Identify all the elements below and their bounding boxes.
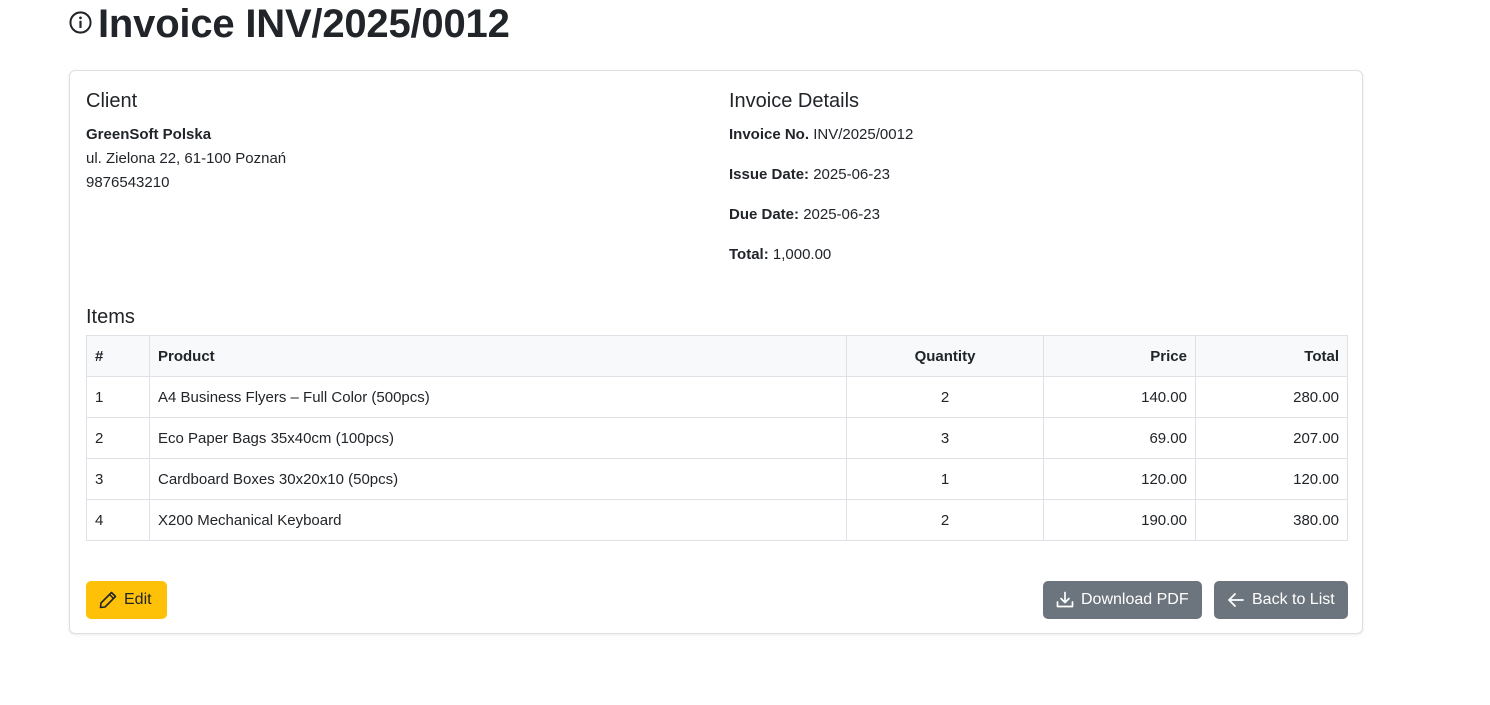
download-pdf-button-label: Download PDF: [1081, 591, 1189, 608]
row-total: 380.00: [1195, 499, 1348, 541]
download-pdf-button[interactable]: Download PDF: [1043, 581, 1202, 619]
row-product: X200 Mechanical Keyboard: [149, 499, 847, 541]
edit-button-label: Edit: [124, 591, 152, 608]
due-date-row: Due Date: 2025-06-23: [729, 203, 1349, 227]
row-quantity: 2: [846, 376, 1044, 418]
client-name: GreenSoft Polska: [86, 126, 212, 143]
row-price: 69.00: [1043, 417, 1196, 459]
column-header-total: Total: [1195, 335, 1348, 377]
items-heading: Items: [86, 306, 135, 328]
download-icon: [1056, 591, 1074, 608]
row-quantity: 1: [846, 458, 1044, 500]
info-circle-icon: [69, 10, 92, 34]
column-header-number: #: [86, 335, 150, 377]
arrow-left-icon: [1228, 593, 1244, 607]
table-row: 3 Cardboard Boxes 30x20x10 (50pcs) 1 120…: [86, 458, 1348, 500]
details-heading: Invoice Details: [729, 90, 860, 112]
page-title: Invoice INV/2025/0012: [98, 2, 510, 46]
total-label: Total:: [729, 246, 769, 263]
row-product: Cardboard Boxes 30x20x10 (50pcs): [149, 458, 847, 500]
client-heading: Client: [86, 90, 138, 112]
column-header-price: Price: [1043, 335, 1196, 377]
row-quantity: 2: [846, 499, 1044, 541]
table-row: 4 X200 Mechanical Keyboard 2 190.00 380.…: [86, 499, 1348, 541]
items-table: # Product Quantity Price Total 1 A4 Busi…: [86, 335, 1348, 541]
table-header-row: # Product Quantity Price Total: [86, 335, 1348, 377]
row-number: 4: [86, 499, 150, 541]
issue-date-value: 2025-06-23: [813, 166, 890, 183]
back-to-list-button[interactable]: Back to List: [1214, 581, 1348, 619]
client-address: ul. Zielona 22, 61-100 Poznań: [86, 150, 287, 167]
row-total: 120.00: [1195, 458, 1348, 500]
row-number: 2: [86, 417, 150, 459]
row-quantity: 3: [846, 417, 1044, 459]
total-row: Total: 1,000.00: [729, 243, 1349, 267]
column-header-quantity: Quantity: [846, 335, 1044, 377]
row-total: 280.00: [1195, 376, 1348, 418]
invoice-number-label: Invoice No.: [729, 126, 810, 143]
invoice-number-value: INV/2025/0012: [813, 126, 914, 143]
table-row: 1 A4 Business Flyers – Full Color (500pc…: [86, 376, 1348, 418]
edit-button[interactable]: Edit: [86, 581, 167, 619]
page-header: Invoice INV/2025/0012: [69, 2, 510, 46]
issue-date-label: Issue Date:: [729, 166, 810, 183]
row-price: 190.00: [1043, 499, 1196, 541]
due-date-value: 2025-06-23: [803, 206, 880, 223]
issue-date-row: Issue Date: 2025-06-23: [729, 163, 1349, 187]
due-date-label: Due Date:: [729, 206, 800, 223]
row-price: 140.00: [1043, 376, 1196, 418]
pencil-icon: [99, 591, 117, 609]
row-product: Eco Paper Bags 35x40cm (100pcs): [149, 417, 847, 459]
invoice-number-row: Invoice No. INV/2025/0012: [729, 123, 1349, 147]
row-number: 3: [86, 458, 150, 500]
row-product: A4 Business Flyers – Full Color (500pcs): [149, 376, 847, 418]
row-total: 207.00: [1195, 417, 1348, 459]
invoice-card: Client GreenSoft Polska ul. Zielona 22, …: [69, 70, 1363, 634]
back-to-list-button-label: Back to List: [1252, 591, 1335, 608]
invoice-details-section: Invoice Details Invoice No. INV/2025/001…: [729, 89, 1349, 283]
row-price: 120.00: [1043, 458, 1196, 500]
column-header-product: Product: [149, 335, 847, 377]
client-tax-id: 9876543210: [86, 174, 170, 191]
client-section: Client GreenSoft Polska ul. Zielona 22, …: [86, 89, 706, 195]
table-row: 2 Eco Paper Bags 35x40cm (100pcs) 3 69.0…: [86, 417, 1348, 459]
row-number: 1: [86, 376, 150, 418]
total-value: 1,000.00: [772, 246, 832, 263]
